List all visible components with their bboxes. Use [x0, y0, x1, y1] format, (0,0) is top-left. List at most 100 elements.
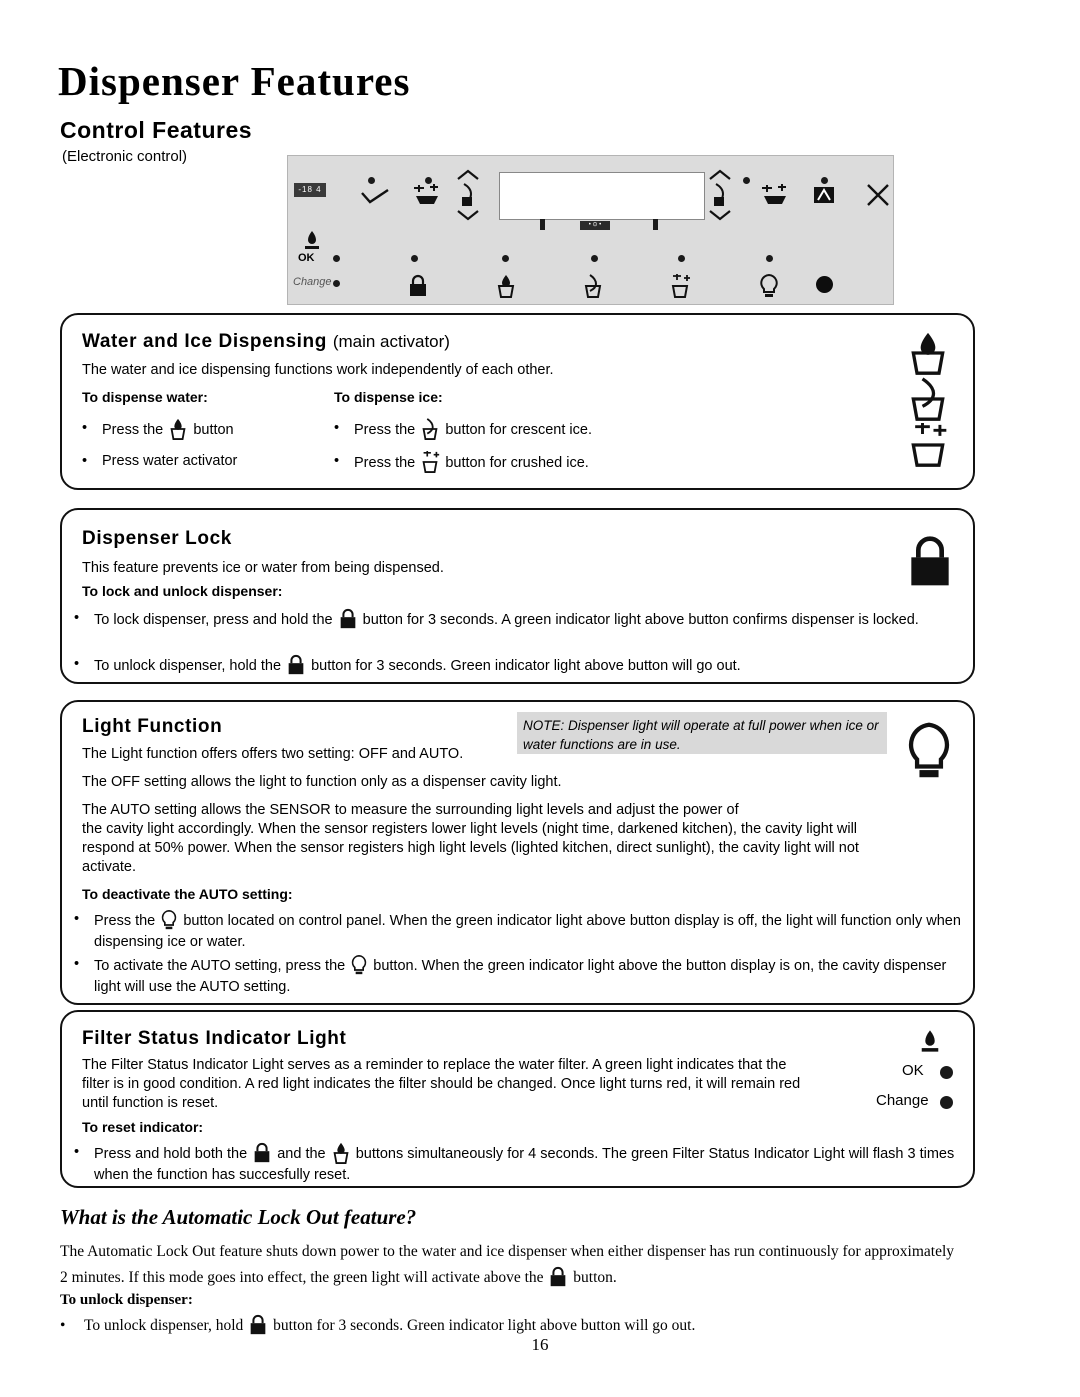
lock-icon [337, 608, 359, 630]
filter-change-label: Change [876, 1092, 929, 1109]
electronic-control-label: (Electronic control) [62, 148, 188, 165]
crescent-ice-icon [581, 274, 605, 303]
dispenser-lock-bullet-2: • To unlock dispenser, hold the button f… [74, 654, 741, 676]
water-bullet-2: • Press water activator [82, 451, 312, 472]
water-ice-title: Water and Ice Dispensing (main activator… [82, 331, 450, 352]
crushed-ice-large-icon [905, 423, 951, 472]
panel-ok-label: OK [298, 252, 315, 264]
filter-status-icon [917, 1028, 943, 1059]
light-function-box: Light Function NOTE: Dispenser light wil… [60, 700, 975, 1005]
filter-status-title: Filter Status Indicator Light [82, 1028, 347, 1049]
ice-lead: To dispense ice: [334, 389, 443, 405]
page-title: Dispenser Features [58, 58, 411, 104]
filter-ok-label: OK [902, 1062, 924, 1079]
filter-icon [811, 184, 837, 211]
dispenser-lock-box: Dispenser Lock This feature prevents ice… [60, 508, 975, 684]
control-panel-illustration: -18 4 • ⊙ • OK Change [287, 155, 894, 305]
light-function-note: NOTE: Dispenser light will operate at fu… [517, 712, 887, 754]
panel-small-display: -18 4 [294, 183, 326, 197]
light-bulb-icon [159, 909, 179, 931]
bullet-marker: • [74, 656, 80, 672]
bullet-marker: • [74, 956, 80, 972]
bullet-marker: • [74, 1144, 80, 1160]
water-ice-intro: The water and ice dispensing functions w… [82, 362, 554, 378]
water-ice-dispensing-box: Water and Ice Dispensing (main activator… [60, 313, 975, 490]
lock-icon [547, 1266, 569, 1288]
dispenser-lock-lead: To lock and unlock dispenser: [82, 583, 283, 599]
page-number: 16 [531, 1335, 549, 1354]
filter-status-p3: until function is reset. [82, 1095, 219, 1111]
ok-indicator-dot [333, 255, 340, 262]
filter-status-p1: The Filter Status Indicator Light serves… [82, 1057, 787, 1073]
filter-status-box: Filter Status Indicator Light The Filter… [60, 1010, 975, 1188]
filter-status-p2: filter is in good condition. A red light… [82, 1076, 801, 1092]
chevron-down-icon [456, 207, 480, 224]
indicator-dot [368, 177, 375, 184]
section-title: Control Features [60, 117, 253, 143]
indicator-dot [678, 255, 685, 262]
light-bulb-icon [349, 954, 369, 976]
tick-mark [653, 219, 658, 230]
dispenser-lock-intro: This feature prevents ice or water from … [82, 560, 444, 576]
dispenser-lock-bullet-1: • To lock dispenser, press and hold the … [74, 608, 919, 630]
crushed-ice-icon [410, 184, 444, 211]
main-activator-dot [816, 276, 833, 293]
bullet-marker: • [82, 420, 88, 436]
light-function-bullet-1: • Press the button located on control pa… [74, 909, 961, 950]
indicator-dot [743, 177, 750, 184]
crescent-ice-icon [419, 418, 441, 440]
filter-change-dot [940, 1096, 953, 1109]
auto-lock-out-title: What is the Automatic Lock Out feature? [60, 1205, 417, 1229]
light-function-title: Light Function [82, 716, 223, 737]
indicator-dot [821, 177, 828, 184]
bullet-marker: • [334, 420, 340, 436]
water-dispense-large-icon [905, 331, 951, 380]
light-bulb-large-icon [900, 720, 958, 787]
water-dispense-icon [494, 274, 518, 303]
lock-icon [285, 654, 307, 676]
filter-status-bullet: • Press and hold both the and the button… [74, 1142, 955, 1183]
change-indicator-dot [333, 280, 340, 287]
dispenser-lock-title: Dispenser Lock [82, 528, 232, 549]
water-dispense-icon [167, 418, 189, 440]
indicator-dot [411, 255, 418, 262]
ice-off-icon [866, 183, 890, 212]
crushed-ice-icon [668, 274, 692, 303]
water-lead: To dispense water: [82, 389, 208, 405]
panel-center-bar: • ⊙ • [580, 221, 610, 230]
lock-large-icon [902, 534, 958, 595]
panel-change-label: Change [293, 276, 332, 288]
check-icon [360, 189, 390, 210]
water-bullet-1: • Press the button [82, 418, 234, 440]
light-function-p3b: the cavity light accordingly. When the s… [82, 821, 858, 837]
indicator-dot [502, 255, 509, 262]
indicator-dot [766, 255, 773, 262]
light-function-p3a: The AUTO setting allows the SENSOR to me… [82, 802, 739, 818]
light-function-p2: The OFF setting allows the light to func… [82, 774, 562, 790]
bullet-marker: • [82, 453, 88, 469]
filter-status-lead: To reset indicator: [82, 1119, 204, 1135]
document-page: Dispenser Features Control Features (Ele… [0, 0, 1080, 1397]
chevron-down-icon [708, 207, 732, 224]
crescent-ice-large-icon [905, 377, 951, 426]
auto-lock-out-lead: To unlock dispenser: [60, 1292, 193, 1308]
light-function-p3d: activate. [82, 859, 136, 875]
light-function-lead: To deactivate the AUTO setting: [82, 886, 293, 902]
panel-main-display [499, 172, 705, 220]
indicator-dot [425, 177, 432, 184]
ice-bullet-2: • Press the button for crushed ice. [334, 451, 589, 473]
tick-mark [540, 219, 545, 230]
indicator-dot [591, 255, 598, 262]
lock-icon [251, 1142, 273, 1164]
auto-lock-out-p1: The Automatic Lock Out feature shuts dow… [60, 1243, 955, 1260]
lock-icon [247, 1314, 269, 1336]
water-dispense-icon [330, 1142, 352, 1164]
light-function-p3c: respond at 50% power. When the sensor re… [82, 840, 859, 856]
bullet-marker: • [334, 453, 340, 469]
auto-lock-out-p2: 2 minutes. If this mode goes into effect… [60, 1266, 990, 1290]
filter-ok-dot [940, 1066, 953, 1079]
crushed-ice-icon [419, 451, 441, 473]
ice-bullet-1: • Press the button for crescent ice. [334, 418, 592, 440]
light-function-p1: The Light function offers offers two set… [82, 746, 464, 762]
bullet-marker: • [74, 911, 80, 927]
